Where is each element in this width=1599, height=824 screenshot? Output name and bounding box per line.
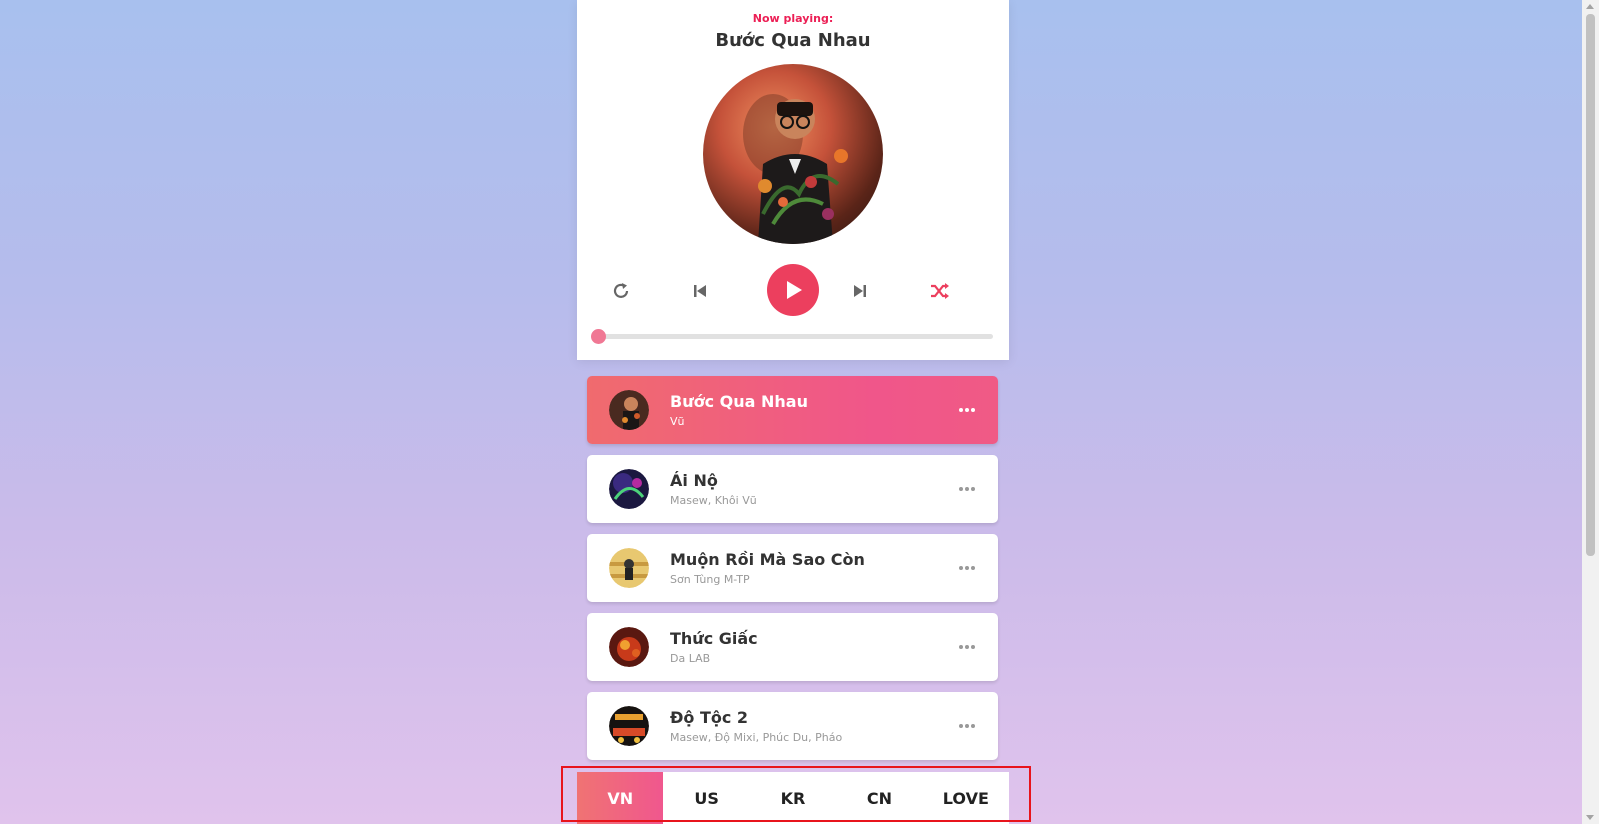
step-forward-icon: [854, 285, 866, 297]
next-button[interactable]: [847, 278, 873, 304]
more-options-button[interactable]: [956, 558, 978, 578]
playlist-item[interactable]: Bước Qua Nhau Vũ: [587, 376, 998, 444]
tab-love[interactable]: LOVE: [923, 772, 1009, 824]
song-author: Vũ: [670, 415, 685, 428]
player-controls: [577, 264, 1009, 316]
scroll-down-icon[interactable]: [1586, 815, 1594, 820]
song-thumbnail: [609, 548, 649, 588]
song-thumbnail: [609, 469, 649, 509]
more-options-button[interactable]: [956, 716, 978, 736]
play-button[interactable]: [767, 264, 819, 316]
song-author: Masew, Độ Mixi, Phúc Du, Pháo: [670, 731, 843, 744]
song-thumbnail: [609, 706, 649, 746]
repeat-icon: [613, 283, 629, 298]
progress-slider[interactable]: [591, 329, 993, 344]
song-author: Sơn Tùng M-TP: [670, 573, 750, 586]
song-title: Bước Qua Nhau: [670, 392, 808, 411]
song-author: Da LAB: [670, 652, 711, 665]
page-scrollbar[interactable]: [1582, 0, 1599, 824]
tab-vn[interactable]: VN: [577, 772, 664, 824]
category-tabs: VN US KR CN LOVE: [577, 772, 1009, 824]
current-song-title: Bước Qua Nhau: [715, 30, 871, 51]
playlist-item[interactable]: Thức Giấc Da LAB: [587, 613, 998, 681]
random-button[interactable]: [927, 278, 953, 304]
playlist-item[interactable]: Độ Tộc 2 Masew, Độ Mixi, Phúc Du, Pháo: [587, 692, 998, 760]
album-art-disc: [703, 64, 883, 244]
song-title: Muộn Rồi Mà Sao Còn: [670, 550, 865, 569]
scrollbar-thumb[interactable]: [1586, 14, 1595, 556]
playlist-item[interactable]: Ái Nộ Masew, Khôi Vũ: [587, 455, 998, 523]
song-author: Masew, Khôi Vũ: [670, 494, 757, 507]
play-icon: [787, 281, 802, 299]
tab-us[interactable]: US: [663, 772, 749, 824]
song-title: Ái Nộ: [670, 471, 718, 490]
playlist-item[interactable]: Muộn Rồi Mà Sao Còn Sơn Tùng M-TP: [587, 534, 998, 602]
now-playing-label: Now playing:: [752, 12, 834, 25]
repeat-button[interactable]: [608, 278, 634, 304]
song-thumbnail: [609, 627, 649, 667]
progress-thumb[interactable]: [591, 329, 606, 344]
tab-kr[interactable]: KR: [750, 772, 836, 824]
song-title: Độ Tộc 2: [670, 708, 749, 727]
prev-button[interactable]: [687, 278, 713, 304]
tab-cn[interactable]: CN: [836, 772, 922, 824]
scroll-up-icon[interactable]: [1586, 4, 1594, 9]
more-options-button[interactable]: [956, 637, 978, 657]
shuffle-icon: [931, 283, 949, 299]
song-title: Thức Giấc: [670, 629, 758, 648]
step-backward-icon: [694, 285, 706, 297]
more-options-button[interactable]: [956, 400, 978, 420]
player-dashboard: Now playing: Bước Qua Nhau: [577, 0, 1009, 360]
playlist: Bước Qua Nhau Vũ Ái Nộ Masew, Khôi Vũ Mu…: [587, 376, 998, 771]
song-thumbnail: [609, 390, 649, 430]
more-options-button[interactable]: [956, 479, 978, 499]
